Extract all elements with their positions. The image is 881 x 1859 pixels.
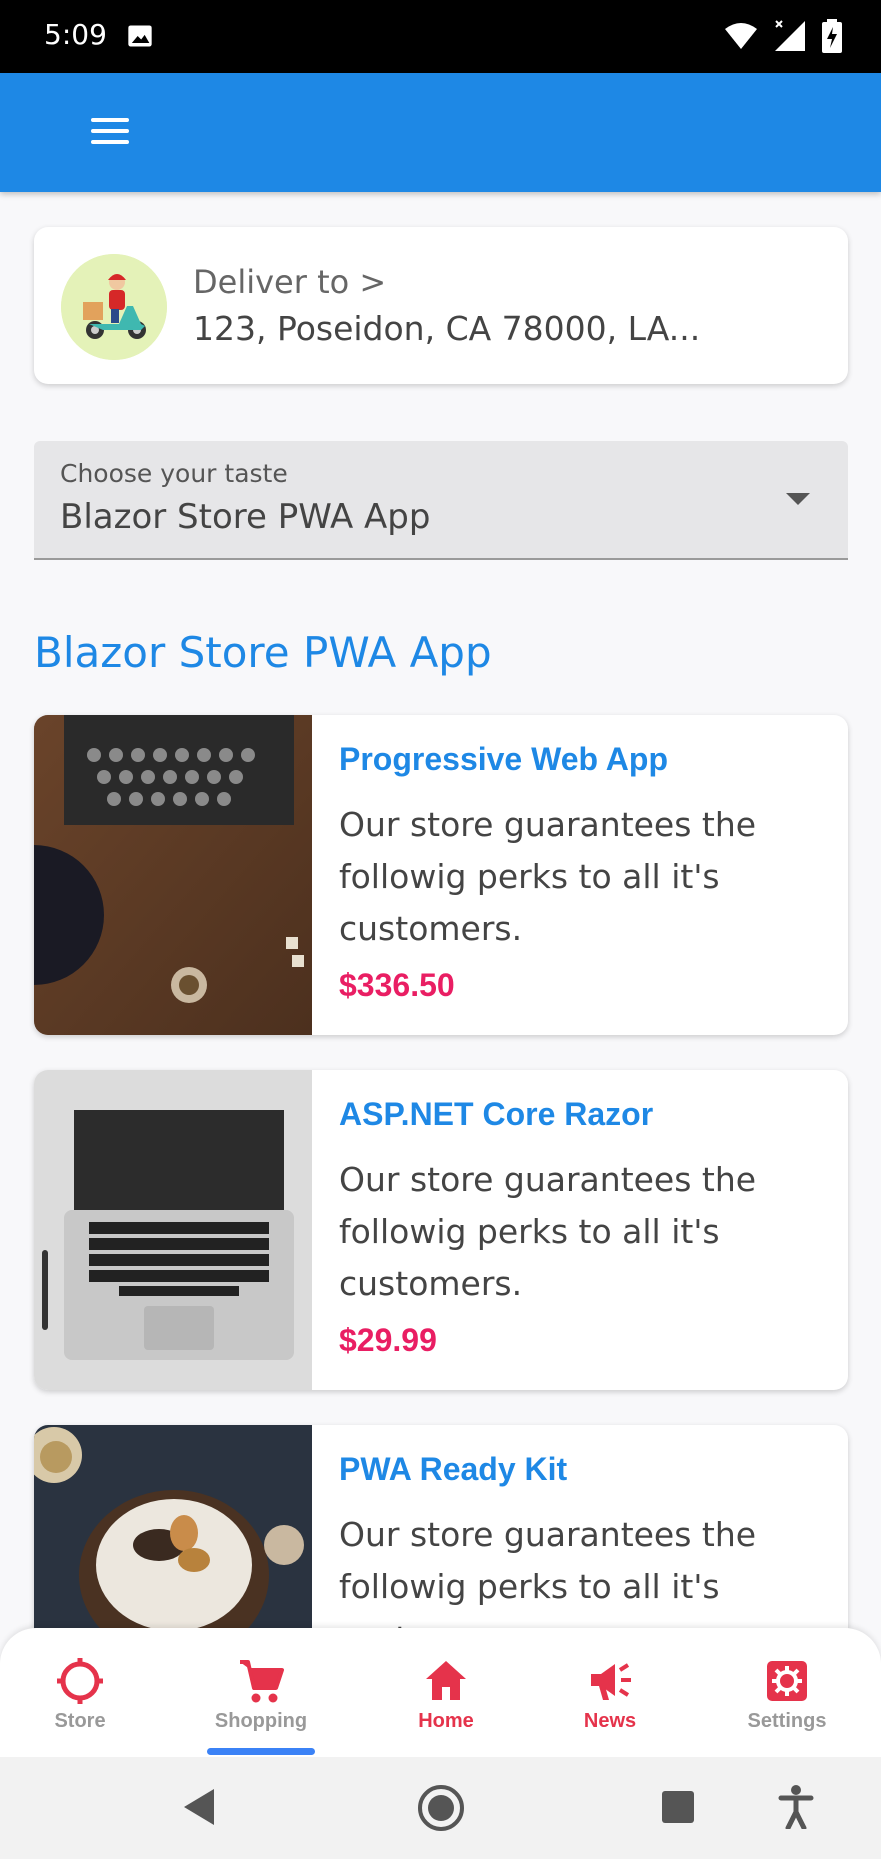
product-title: PWA Ready Kit	[339, 1451, 568, 1487]
nav-label-store: Store	[54, 1710, 106, 1732]
product-price: $29.99	[339, 1322, 437, 1358]
nav-item-news[interactable]: News	[540, 1658, 680, 1738]
wifi-icon	[725, 23, 757, 49]
accessibility-icon[interactable]	[778, 1785, 814, 1829]
taste-select-label: Choose your taste	[60, 459, 288, 488]
nav-label-home: Home	[418, 1710, 474, 1732]
nav-label-news: News	[583, 1710, 637, 1732]
system-navigation-bar	[0, 1757, 881, 1859]
image-icon	[128, 25, 152, 47]
nav-label-settings: Settings	[747, 1710, 827, 1732]
product-image-typewriter	[34, 715, 312, 1035]
caret-down-icon	[786, 493, 810, 505]
product-description: Our store guarantees the followig perks …	[339, 1160, 757, 1303]
nav-item-store[interactable]: Store	[10, 1658, 150, 1738]
home-circle-icon[interactable]	[416, 1783, 466, 1833]
product-image-laptop	[34, 1070, 312, 1390]
nav-item-home[interactable]: Home	[376, 1658, 516, 1738]
home-icon	[426, 1661, 466, 1700]
section-title: Blazor Store PWA App	[34, 628, 492, 677]
signal-icon	[775, 20, 805, 51]
taste-select-value: Blazor Store PWA App	[60, 497, 431, 537]
app-bar	[0, 73, 881, 192]
product-price: $336.50	[339, 967, 455, 1003]
megaphone-icon	[591, 1663, 631, 1700]
battery-charging-icon	[822, 19, 842, 53]
deliver-to-label: Deliver to >	[193, 263, 387, 301]
delivery-scooter-icon	[61, 254, 167, 360]
active-tab-indicator	[207, 1748, 315, 1755]
delivery-card[interactable]: Deliver to > 123, Poseidon, CA 78000, LA…	[34, 227, 848, 384]
delivery-address: 123, Poseidon, CA 78000, LA...	[193, 309, 701, 348]
nav-item-settings[interactable]: Settings	[717, 1658, 857, 1738]
status-bar: 5:09	[0, 0, 881, 73]
hamburger-menu-icon[interactable]	[86, 113, 134, 153]
recents-icon[interactable]	[660, 1789, 696, 1825]
status-time: 5:09	[44, 18, 107, 51]
crosshair-icon	[57, 1658, 103, 1704]
product-title: ASP.NET Core Razor	[339, 1096, 654, 1132]
product-title: Progressive Web App	[339, 741, 668, 777]
product-description: Our store guarantees the followig perks …	[339, 805, 757, 948]
back-icon[interactable]	[180, 1785, 220, 1829]
status-icons	[723, 16, 843, 56]
nav-label-shopping: Shopping	[214, 1710, 308, 1732]
cart-icon	[240, 1660, 284, 1703]
product-card[interactable]: Progressive Web App Our store guarantees…	[34, 715, 848, 1035]
nav-item-shopping[interactable]: Shopping	[191, 1658, 331, 1738]
product-card[interactable]: ASP.NET Core Razor Our store guarantees …	[34, 1070, 848, 1390]
taste-select[interactable]: Choose your taste Blazor Store PWA App	[34, 441, 848, 560]
gear-icon	[767, 1661, 807, 1701]
bottom-navigation: Store Shopping Home News Settings	[0, 1628, 881, 1757]
